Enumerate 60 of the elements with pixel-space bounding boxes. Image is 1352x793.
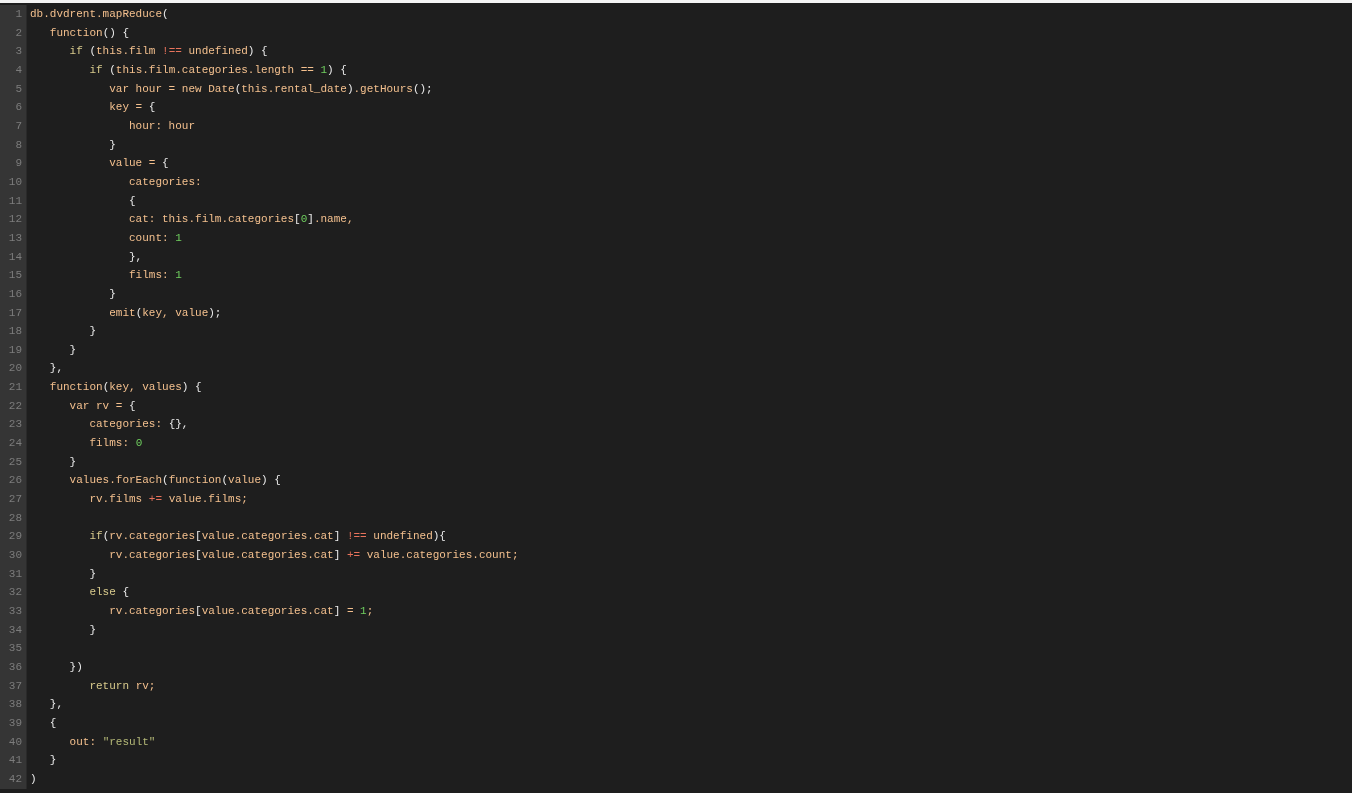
line-number: 18 <box>0 322 27 341</box>
line-number: 23 <box>0 415 27 435</box>
line-number: 30 <box>0 546 27 565</box>
code-line: } <box>68 454 77 470</box>
line-number: 9 <box>0 154 27 173</box>
code-line: } <box>48 753 57 769</box>
code-line: }, <box>48 361 63 377</box>
line-number: 3 <box>0 42 27 61</box>
code-line: count: 1 <box>128 230 182 246</box>
code-line: }, <box>48 697 63 713</box>
code-line: out: "result" <box>68 734 156 750</box>
code-line: rv.categories[value.categories.cat] = 1; <box>108 604 374 619</box>
line-number: 38 <box>0 695 27 714</box>
code-line: if (this.film !== undefined) { <box>68 44 268 60</box>
code-line: var hour = new Date(this.rental_date).getHours(); <box>108 81 433 97</box>
line-number: 24 <box>0 434 27 453</box>
line-number: 27 <box>0 490 27 509</box>
code-line: ) <box>30 771 37 787</box>
code-line: } <box>108 137 116 153</box>
code-line: function() { <box>48 25 130 41</box>
code-line: else { <box>88 585 130 601</box>
code-line: films: 1 <box>128 268 182 284</box>
code-line: emit(key, value); <box>108 305 222 321</box>
line-number: 32 <box>0 583 27 602</box>
code-line: } <box>88 324 96 340</box>
code-line: } <box>88 622 96 638</box>
code-line: cat: this.film.categories[0].name, <box>128 212 354 228</box>
line-number: 6 <box>0 98 27 117</box>
code-line: { <box>128 193 136 209</box>
code-line: value = { <box>108 156 169 172</box>
code-line: key = { <box>108 100 156 116</box>
code-line: { <box>48 715 57 731</box>
code-line: if(rv.categories[value.categories.cat] !== undefined){ <box>88 529 446 545</box>
code-line: rv.films += value.films; <box>88 492 248 508</box>
code-line: rv.categories[value.categories.cat] += value.categories.count; <box>108 548 519 564</box>
code-line: var rv = { <box>68 398 136 414</box>
code-line: categories: <box>128 174 202 190</box>
line-number: 12 <box>0 210 27 229</box>
line-number: 20 <box>0 359 27 379</box>
line-number: 33 <box>0 602 27 621</box>
code-line: } <box>108 286 116 302</box>
code-line: categories: {}, <box>88 417 189 433</box>
line-number: 29 <box>0 527 27 547</box>
code-line: } <box>88 566 96 582</box>
code-line: values.forEach(function(value) { <box>68 473 281 489</box>
line-number: 26 <box>0 471 27 491</box>
line-number: 21 <box>0 378 27 397</box>
line-number: 35 <box>0 639 27 658</box>
code-line: }) <box>68 659 83 675</box>
code-line: db.dvdrent.mapReduce( <box>30 7 169 22</box>
code-line: function(key, values) { <box>48 380 202 396</box>
line-number: 15 <box>0 266 27 285</box>
code-line: } <box>68 342 77 358</box>
line-number: 41 <box>0 751 27 770</box>
code-line: if (this.film.categories.length == 1) { <box>88 62 347 78</box>
code-line: hour: hour <box>128 118 196 134</box>
line-number: 1 <box>0 5 27 24</box>
code-line: return rv; <box>88 678 156 694</box>
code-line: }, <box>128 249 143 265</box>
code-line: films: 0 <box>88 436 143 452</box>
